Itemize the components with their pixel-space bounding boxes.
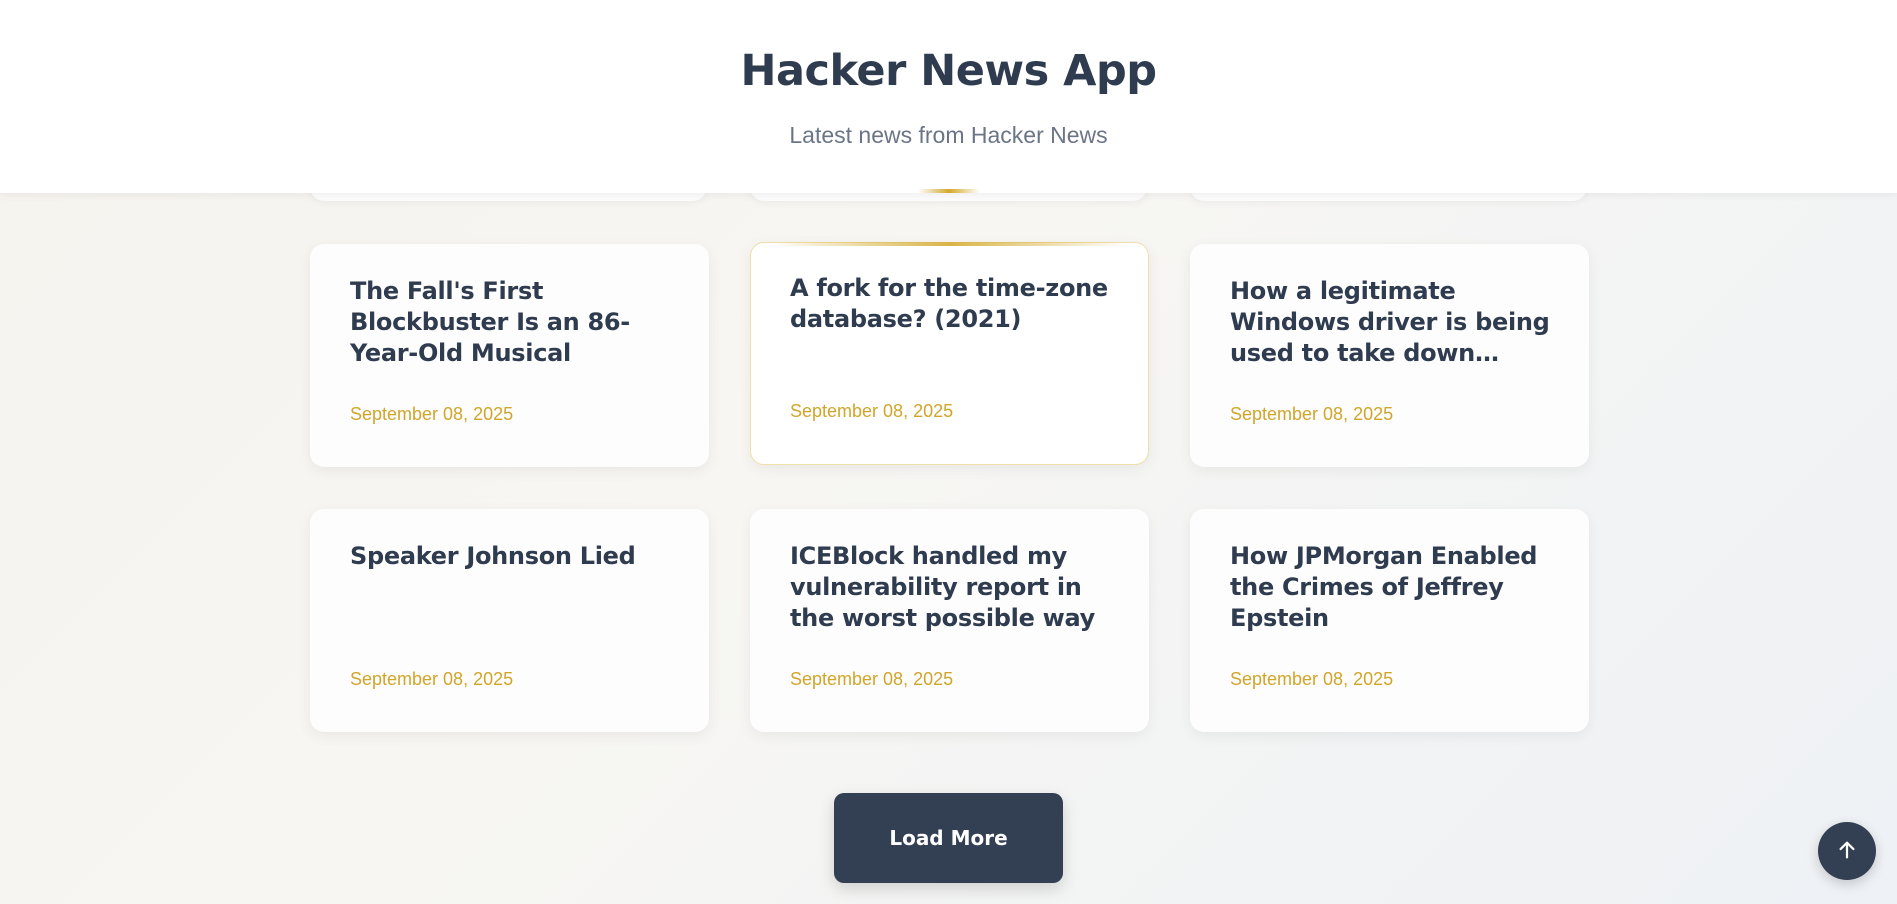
article-card[interactable]: Speaker Johnson Lied September 08, 2025 [310,509,709,732]
article-card[interactable]: ICEBlock handled my vulnerability report… [750,509,1149,732]
article-date: September 08, 2025 [1230,404,1394,424]
article-card[interactable]: How a legitimate Windows driver is being… [1190,244,1589,467]
page-subtitle: Latest news from Hacker News [789,122,1108,148]
load-more-button[interactable]: Load More [834,793,1063,883]
article-card[interactable]: How JPMorgan Enabled the Crimes of Jeffr… [1190,509,1589,732]
article-title: How a legitimate Windows driver is being… [1230,277,1550,367]
article-date: September 08, 2025 [350,669,514,689]
scroll-to-top-button[interactable] [1818,822,1876,880]
app-header: Hacker News App Latest news from Hacker … [0,0,1897,193]
article-title: How JPMorgan Enabled the Crimes of Jeffr… [1230,542,1538,632]
article-title: A fork for the time-zone database? (2021… [790,274,1108,333]
arrow-up-icon [1836,839,1858,864]
header-accent-line [918,189,980,193]
article-date: September 08, 2025 [790,669,954,689]
article-title: ICEBlock handled my vulnerability report… [790,542,1095,632]
article-date: September 08, 2025 [790,401,954,421]
page-title: Hacker News App [740,46,1157,96]
article-date: September 08, 2025 [350,404,514,424]
article-card[interactable]: The Fall's First Blockbuster Is an 86-Ye… [310,244,709,467]
article-card[interactable]: A fork for the time-zone database? (2021… [750,242,1149,465]
article-date: September 08, 2025 [1230,669,1394,689]
article-title: Speaker Johnson Lied [350,542,636,570]
article-title: The Fall's First Blockbuster Is an 86-Ye… [350,277,630,367]
